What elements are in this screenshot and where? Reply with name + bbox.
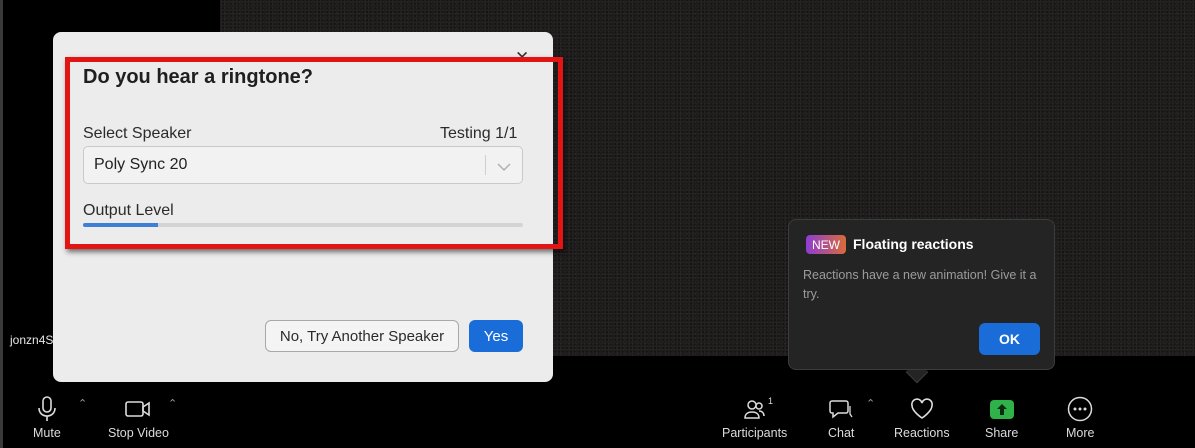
stop-video-button[interactable]: Stop Video: [108, 395, 169, 440]
more-button[interactable]: More: [1066, 395, 1094, 440]
chat-options-caret-icon[interactable]: ⌃: [866, 397, 875, 410]
share-label: Share: [985, 426, 1019, 440]
participants-count-badge: 1: [768, 396, 774, 406]
chat-bubble-icon: [829, 395, 853, 423]
try-another-speaker-button[interactable]: No, Try Another Speaker: [265, 320, 459, 352]
tooltip-body: Reactions have a new animation! Give it …: [803, 268, 1037, 301]
stop-video-label: Stop Video: [108, 426, 169, 440]
reactions-button[interactable]: Reactions: [894, 395, 950, 440]
mute-label: Mute: [33, 426, 61, 440]
video-camera-icon: [125, 395, 151, 423]
participants-label: Participants: [722, 426, 788, 440]
participants-icon: [743, 395, 766, 423]
video-options-caret-icon[interactable]: ⌃: [168, 397, 177, 410]
participant-name-label: jonzn4S: [10, 333, 54, 347]
tooltip-title: Floating reactions: [853, 236, 974, 252]
reactions-label: Reactions: [894, 426, 950, 440]
participants-button[interactable]: Participants: [722, 395, 787, 440]
mute-button[interactable]: Mute: [33, 395, 61, 440]
microphone-icon: [36, 395, 58, 423]
tooltip-ok-button[interactable]: OK: [979, 323, 1040, 355]
share-button[interactable]: Share: [985, 395, 1018, 440]
mute-options-caret-icon[interactable]: ⌃: [78, 397, 87, 410]
heart-icon: [910, 395, 934, 423]
more-label: More: [1066, 426, 1095, 440]
share-screen-icon: [989, 395, 1014, 423]
yes-button[interactable]: Yes: [469, 320, 523, 352]
chat-button[interactable]: Chat: [828, 395, 854, 440]
new-badge: NEW: [806, 235, 846, 254]
annotation-highlight-box: [65, 57, 563, 249]
chat-label: Chat: [828, 426, 855, 440]
meeting-window: jonzn4S Mute ⌃ Stop Video ⌃ Participants…: [0, 0, 1195, 448]
more-dots-icon: [1067, 395, 1093, 423]
